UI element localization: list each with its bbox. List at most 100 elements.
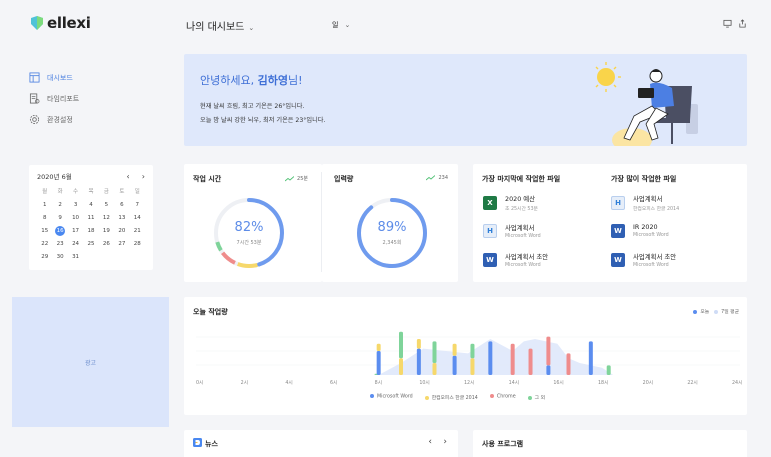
calendar-day[interactable]: 14: [130, 213, 145, 223]
brand-logo-icon: [31, 16, 43, 30]
calendar-weekday: 토: [119, 189, 125, 195]
calendar-next-button[interactable]: ›: [142, 172, 145, 181]
file-name: 사업계획서: [633, 195, 663, 203]
calendar-day[interactable]: 17: [68, 226, 83, 236]
chart-bar: [399, 331, 403, 359]
welcome-banner: 안녕하세요, 김하영님! 현재 날씨 흐림, 최고 기온은 26°입니다. 오늘…: [184, 54, 747, 146]
chart-bar: [488, 341, 493, 375]
chart-bar: [376, 351, 381, 375]
daily-workload-card: 오늘 작업량 오늘 7일 평균 0시 2시 4시 6시 8시 10시 12시 14시 16시 18…: [184, 297, 747, 415]
calendar-day[interactable]: 12: [99, 213, 114, 223]
calendar-day[interactable]: 3: [68, 200, 83, 210]
calendar-day[interactable]: 24: [68, 239, 83, 249]
calendar-day[interactable]: 22: [37, 239, 52, 249]
calendar-weekday: 수: [73, 189, 79, 195]
calendar-day[interactable]: 4: [83, 200, 98, 210]
calendar-day[interactable]: 23: [52, 239, 67, 249]
calendar-day[interactable]: 10: [68, 213, 83, 223]
greeting: 안녕하세요, 김하영님!: [200, 74, 303, 87]
calendar-day[interactable]: 6: [114, 200, 129, 210]
chart-bar: [399, 358, 403, 375]
calendar-day[interactable]: 20: [114, 226, 129, 236]
word-file-icon: W: [483, 253, 497, 267]
typing-percent: 89%: [377, 220, 407, 235]
ad-banner[interactable]: 광고: [12, 297, 169, 427]
file-item[interactable]: W 사업계획서 초안 Microsoft Word: [483, 252, 548, 268]
x-tick-label: 10시: [419, 381, 430, 386]
sidebar-item-settings[interactable]: 환경설정: [29, 109, 79, 130]
calendar-day[interactable]: 13: [114, 213, 129, 223]
weather-line-1: 현재 날씨 흐림, 최고 기온은 26°입니다.: [200, 103, 305, 110]
calendar-day[interactable]: 29: [37, 252, 52, 262]
most-files-title: 가장 많이 작업한 파일: [611, 175, 677, 183]
calendar-weekday: 금: [103, 189, 109, 195]
file-subtitle: Microsoft Word: [505, 263, 541, 268]
legend-today: 오늘: [700, 310, 710, 315]
x-tick-label: 14시: [508, 381, 520, 386]
dashboard-icon: [29, 72, 40, 83]
file-item[interactable]: H 사업계획서 Microsoft Word: [483, 223, 541, 239]
news-prev-button[interactable]: ‹: [428, 437, 432, 447]
sidebar-item-dashboard[interactable]: 대시보드: [29, 67, 79, 88]
file-item[interactable]: X 2020 예산 초 25시간 53분: [483, 194, 538, 212]
typing-trend: 234: [426, 175, 448, 181]
x-tick-label: 22시: [687, 381, 698, 386]
chart-bar: [606, 365, 611, 375]
calendar-day[interactable]: 15: [37, 226, 52, 236]
sidebar-item-label: 타임리포트: [47, 94, 80, 103]
share-icon[interactable]: [738, 19, 747, 28]
x-tick-label: 6시: [330, 381, 338, 386]
hero-illustration: [595, 62, 698, 146]
report-icon: [29, 93, 40, 104]
work-time-card: 작업 시간 25분 82% 7시간 53분: [184, 164, 322, 282]
programs-card: 사용 프로그램: [473, 430, 747, 457]
calendar-day[interactable]: 25: [83, 239, 98, 249]
file-name: 사업계획서 초안: [633, 253, 677, 261]
calendar-day[interactable]: 7: [130, 200, 145, 210]
logo[interactable]: ellexi: [29, 14, 91, 32]
x-tick-label: 20시: [642, 381, 654, 386]
calendar-weekday: 목: [88, 189, 94, 195]
chart-bar: [588, 341, 593, 375]
work-time-duration: 7시간 53분: [236, 240, 262, 246]
series-legend-item: Chrome: [489, 394, 516, 401]
monitor-icon[interactable]: [723, 19, 732, 28]
period-selector[interactable]: 일 ⌄: [332, 20, 350, 30]
news-next-button[interactable]: ›: [443, 437, 447, 447]
calendar-day[interactable]: 1: [37, 200, 52, 210]
work-time-trend: 25분: [285, 175, 308, 182]
file-item[interactable]: H 사업계획서 한컴오피스 한글 2014: [611, 194, 679, 212]
x-tick-label: 2시: [240, 381, 249, 386]
calendar-day[interactable]: 19: [99, 226, 114, 236]
calendar-day[interactable]: 28: [130, 239, 145, 249]
x-tick-label: 12시: [464, 381, 475, 386]
word-file-icon: W: [611, 223, 625, 238]
calendar-day[interactable]: 8: [37, 213, 52, 223]
sidebar: ellexi 대시보드 타임리포트 환경설정 2020년 6월 ‹ › 월 화 수 목 금 토…: [0, 0, 176, 457]
calendar-day[interactable]: 2: [52, 200, 67, 210]
calendar-day[interactable]: 16: [55, 226, 66, 236]
files-card: 가장 마지막에 작업한 파일 가장 많이 작업한 파일 X 2020 예산 초 25…: [473, 164, 747, 282]
x-tick-label: 8시: [374, 381, 383, 386]
calendar-day[interactable]: 5: [99, 200, 114, 210]
chart-bar: [416, 339, 421, 349]
file-item[interactable]: W 사업계획서 초안 Microsoft Word: [611, 252, 676, 268]
calendar-day[interactable]: 9: [52, 213, 67, 223]
calendar-day[interactable]: 30: [52, 252, 67, 262]
ad-label: 광고: [84, 359, 97, 367]
file-item[interactable]: W IR 2020 Microsoft Word: [611, 223, 669, 238]
calendar-day[interactable]: 31: [68, 252, 83, 262]
dashboard-selector[interactable]: 나의 대시보드 ⌄: [186, 18, 254, 33]
file-subtitle: 초 25시간 53분: [505, 207, 538, 212]
sidebar-item-report[interactable]: 타임리포트: [29, 88, 79, 109]
programs-title: 사용 프로그램: [482, 440, 524, 448]
calendar-empty: [83, 252, 98, 262]
x-tick-label: 16시: [553, 381, 564, 386]
calendar-prev-button[interactable]: ‹: [127, 172, 130, 181]
calendar-day[interactable]: 26: [99, 239, 114, 249]
excel-file-icon: X: [483, 196, 497, 210]
calendar-day[interactable]: 27: [114, 239, 129, 249]
calendar-day[interactable]: 18: [83, 226, 98, 236]
calendar-day[interactable]: 11: [83, 213, 98, 223]
calendar-day[interactable]: 21: [130, 226, 145, 236]
